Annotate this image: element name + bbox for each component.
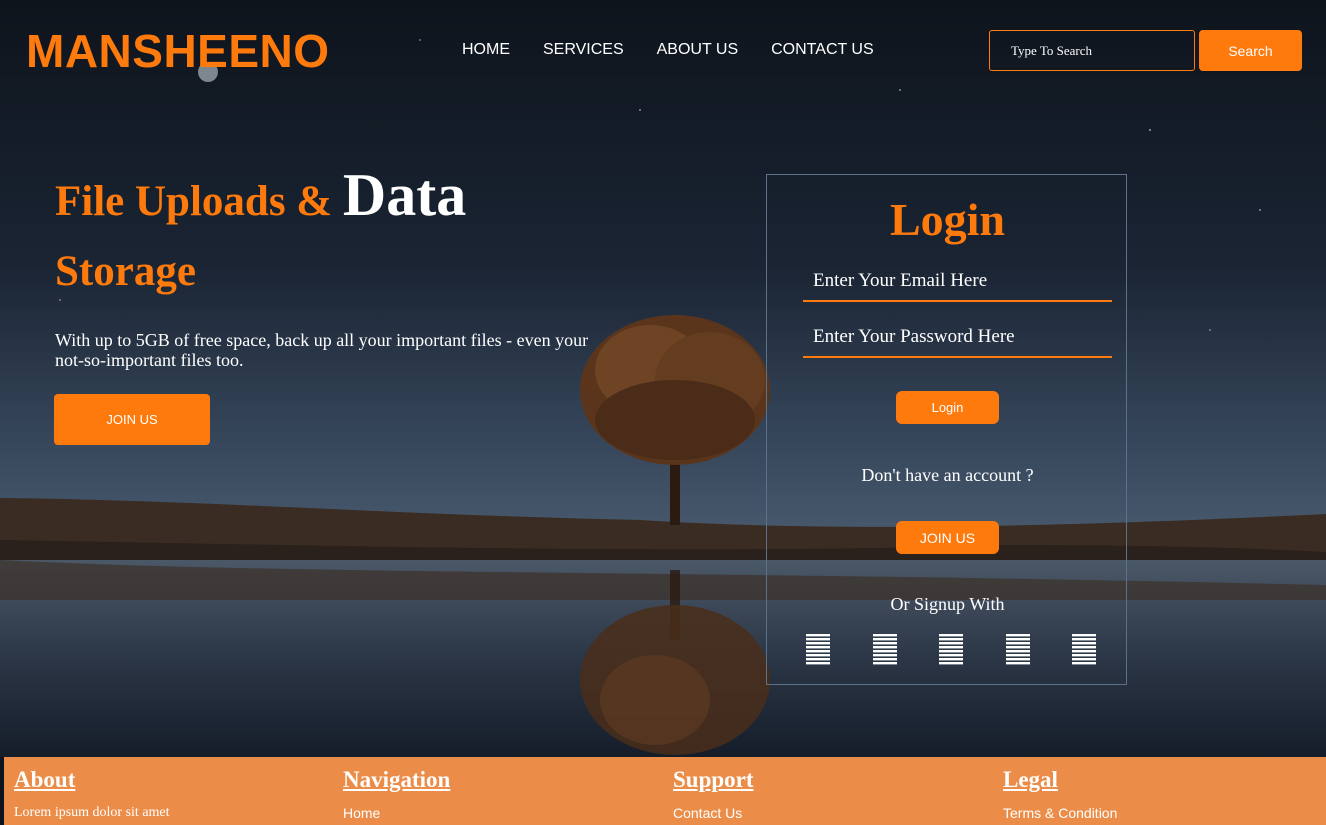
- hero-title-white: Data: [342, 162, 467, 228]
- signup-with-label: Or Signup With: [890, 594, 1005, 614]
- social-icon-2[interactable]: [872, 633, 897, 666]
- footer-column-about: About Lorem ipsum dolor sit amet: [14, 765, 170, 821]
- hero-description: With up to 5GB of free space, back up al…: [55, 330, 589, 370]
- social-icon-5[interactable]: [1072, 633, 1096, 666]
- footer-link-home[interactable]: Home: [343, 805, 450, 821]
- email-field[interactable]: [803, 262, 1112, 302]
- login-join-button[interactable]: JOIN US: [896, 521, 999, 554]
- hero-background-image: [0, 0, 1326, 757]
- login-title: Login: [889, 194, 1006, 245]
- hero-title: File Uploads & Data Storage: [55, 160, 615, 307]
- footer-column-support: Support Contact Us: [673, 765, 754, 821]
- account-prompt: Don't have an account ?: [861, 465, 1034, 485]
- login-button[interactable]: Login: [896, 391, 999, 424]
- footer-heading-legal[interactable]: Legal: [1003, 765, 1117, 795]
- footer-heading-support[interactable]: Support: [673, 765, 754, 795]
- brand-logo[interactable]: MANSHEENO: [26, 24, 330, 78]
- footer-heading-about[interactable]: About: [14, 765, 170, 795]
- login-panel: Login Login Don't have an account ? JOIN…: [766, 174, 1127, 685]
- hero-title-orange-2: Storage: [55, 248, 196, 295]
- search-button[interactable]: Search: [1199, 30, 1302, 71]
- footer: About Lorem ipsum dolor sit amet Navigat…: [4, 757, 1326, 825]
- main-nav: HOME SERVICES ABOUT US CONTACT US: [462, 41, 874, 59]
- nav-home[interactable]: HOME: [462, 41, 510, 59]
- search-input[interactable]: [989, 30, 1195, 71]
- nav-about-us[interactable]: ABOUT US: [657, 41, 739, 59]
- social-icon-4[interactable]: [1005, 633, 1030, 666]
- footer-heading-navigation[interactable]: Navigation: [343, 765, 450, 795]
- nav-contact-us[interactable]: CONTACT US: [771, 41, 874, 59]
- footer-item-about: Lorem ipsum dolor sit amet: [14, 805, 170, 820]
- hero-join-button[interactable]: JOIN US: [54, 394, 210, 445]
- social-icons-row: [806, 633, 1096, 666]
- hero-title-orange: File Uploads &: [55, 178, 343, 225]
- password-field[interactable]: [803, 318, 1112, 358]
- social-icon-1[interactable]: [806, 633, 830, 666]
- footer-link-terms[interactable]: Terms & Condition: [1003, 805, 1117, 821]
- footer-column-legal: Legal Terms & Condition: [1003, 765, 1117, 821]
- nav-services[interactable]: SERVICES: [543, 41, 624, 59]
- footer-column-navigation: Navigation Home: [343, 765, 450, 821]
- footer-link-contact-us[interactable]: Contact Us: [673, 805, 754, 821]
- social-icon-3[interactable]: [939, 633, 963, 666]
